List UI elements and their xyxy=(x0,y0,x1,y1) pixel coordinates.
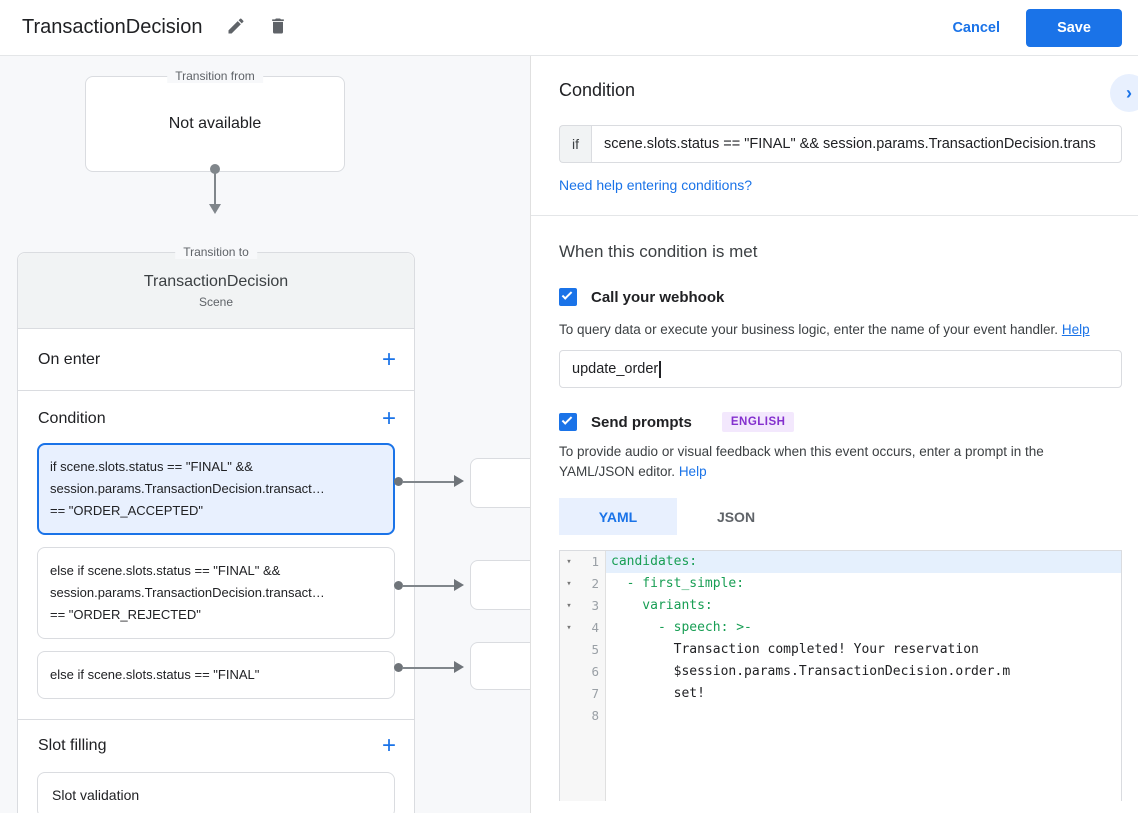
top-bar: TransactionDecision Cancel Save xyxy=(0,0,1138,56)
tab-yaml[interactable]: YAML xyxy=(559,498,677,535)
transition-from-label: Transition from xyxy=(167,69,263,83)
editor-line[interactable]: 6 $session.params.TransactionDecision.or… xyxy=(560,661,1121,683)
fold-toggle-icon[interactable]: ▾ xyxy=(560,617,578,639)
page-title: TransactionDecision xyxy=(22,16,203,38)
panel-title: Condition xyxy=(559,80,636,100)
scene-type: Scene xyxy=(198,294,234,309)
scene-name: TransactionDecision xyxy=(143,272,289,290)
yaml-editor[interactable]: ▾ 1 candidates: ▾ 2 - first_simple: ▾ 3 var… xyxy=(559,550,1122,801)
pencil-icon xyxy=(226,16,246,39)
fold-toggle-icon[interactable]: ▾ xyxy=(560,551,578,573)
transition-to-label: Transition to xyxy=(175,245,257,259)
delete-scene-button[interactable] xyxy=(262,12,294,44)
scene-header: TransactionDecision Scene xyxy=(18,253,414,329)
condition-item-final[interactable]: else if scene.slots.status == "FINAL" xyxy=(37,651,395,699)
transition-from-value: Not available xyxy=(168,115,262,132)
trash-icon xyxy=(268,16,288,39)
condition-section-label: Condition xyxy=(38,410,106,427)
slot-validation-item[interactable]: Slot validation xyxy=(37,772,395,813)
editor-line[interactable]: ▾ 2 - first_simple: xyxy=(560,573,1121,595)
arrow-right-icon xyxy=(454,475,464,487)
condition-1-connector xyxy=(394,475,470,489)
add-condition-button[interactable]: + xyxy=(382,407,396,431)
tab-json[interactable]: JSON xyxy=(677,498,795,535)
on-enter-row: On enter + xyxy=(18,329,414,391)
condition-met-title: When this condition is met xyxy=(559,242,758,261)
check-icon xyxy=(561,414,573,425)
condition-section: Condition + if scene.slots.status == "FI… xyxy=(18,391,414,720)
edit-scene-button[interactable] xyxy=(220,12,252,44)
condition-3-connector xyxy=(394,661,470,675)
arrow-down-icon xyxy=(209,204,221,214)
save-button[interactable]: Save xyxy=(1026,8,1122,47)
slot-filling-label: Slot filling xyxy=(38,737,107,754)
editor-line[interactable]: ▾ 1 candidates: xyxy=(560,551,1121,573)
on-enter-label: On enter xyxy=(38,350,101,368)
send-prompts-label: Send prompts xyxy=(591,413,692,431)
fold-toggle-icon[interactable]: ▾ xyxy=(560,595,578,617)
section-divider xyxy=(531,215,1138,216)
transition-target-box-1[interactable] xyxy=(470,458,530,508)
condition-expression-input[interactable]: scene.slots.status == "FINAL" && session… xyxy=(591,125,1122,163)
prompts-description: To provide audio or visual feedback when… xyxy=(559,444,1044,479)
collapse-panel-button[interactable]: › xyxy=(1110,74,1138,112)
if-prefix-label: if xyxy=(559,125,591,163)
editor-line[interactable]: ▾ 3 variants: xyxy=(560,595,1121,617)
add-on-enter-button[interactable]: + xyxy=(382,347,396,372)
condition-expression-row: if scene.slots.status == "FINAL" && sess… xyxy=(559,125,1122,163)
slot-filling-section: Slot filling + Slot validation xyxy=(18,720,414,813)
fold-toggle-icon[interactable]: ▾ xyxy=(560,573,578,595)
scene-editor: TransactionDecision Cancel Save Transiti… xyxy=(0,0,1138,813)
webhook-description: To query data or execute your business l… xyxy=(559,322,1090,337)
chevron-right-icon: › xyxy=(1126,82,1132,103)
transition-to-card[interactable]: Transition to TransactionDecision Scene … xyxy=(17,245,415,813)
send-prompts-checkbox[interactable] xyxy=(559,413,577,431)
transition-target-box-2[interactable] xyxy=(470,560,530,610)
editor-line[interactable]: ▾ 4 - speech: >- xyxy=(560,617,1121,639)
flow-connector-down xyxy=(209,164,221,216)
webhook-help-link[interactable]: Help xyxy=(1062,322,1090,337)
prompts-help-link[interactable]: Help xyxy=(679,464,707,479)
scene-graph-canvas: Transition from Not available Transition… xyxy=(0,56,530,813)
language-badge: ENGLISH xyxy=(721,412,795,432)
transition-target-box-3[interactable] xyxy=(470,642,530,690)
add-slot-button[interactable]: + xyxy=(382,734,396,758)
condition-2-connector xyxy=(394,579,470,593)
condition-item-order-rejected[interactable]: else if scene.slots.status == "FINAL" &&… xyxy=(37,547,395,639)
transition-from-box: Transition from Not available xyxy=(85,69,345,172)
condition-help-link[interactable]: Need help entering conditions? xyxy=(559,177,752,193)
event-handler-input[interactable]: update_order xyxy=(559,350,1122,388)
call-webhook-checkbox[interactable] xyxy=(559,288,577,306)
arrow-right-icon xyxy=(454,579,464,591)
arrow-right-icon xyxy=(454,661,464,673)
cancel-button[interactable]: Cancel xyxy=(952,20,1000,36)
editor-line[interactable]: 7 set! xyxy=(560,683,1121,705)
condition-item-order-accepted[interactable]: if scene.slots.status == "FINAL" && sess… xyxy=(37,443,395,535)
condition-detail-panel: Condition › if scene.slots.status == "FI… xyxy=(530,56,1138,813)
call-webhook-label: Call your webhook xyxy=(591,288,725,306)
editor-line[interactable]: 8 xyxy=(560,705,1121,727)
editor-empty-area[interactable] xyxy=(560,727,1121,801)
editor-format-tabs: YAML JSON xyxy=(559,498,1122,535)
check-icon xyxy=(561,289,573,300)
editor-line[interactable]: 5 Transaction completed! Your reservatio… xyxy=(560,639,1121,661)
text-cursor xyxy=(659,360,661,378)
